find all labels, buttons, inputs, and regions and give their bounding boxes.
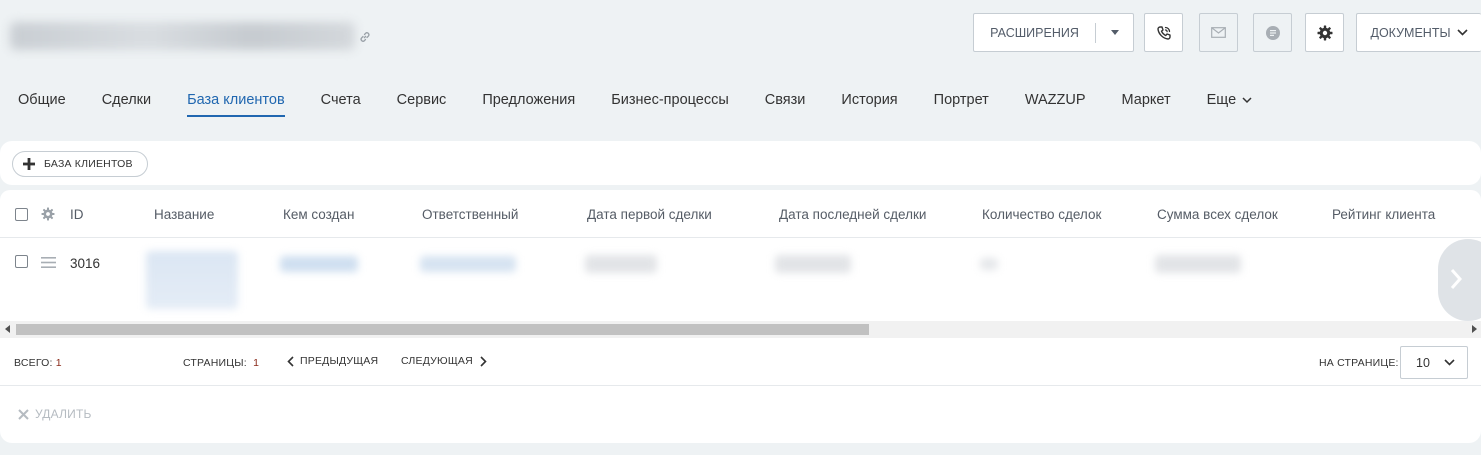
phone-icon — [1156, 25, 1171, 40]
chevron-down-icon — [1444, 359, 1455, 366]
row-menu-icon[interactable] — [41, 257, 56, 268]
row-name-redacted[interactable] — [146, 251, 238, 309]
column-header-deal-sum[interactable]: Сумма всех сделок — [1157, 207, 1278, 222]
scrollbar-thumb[interactable] — [16, 324, 869, 335]
plus-icon — [23, 158, 35, 170]
scroll-left-arrow-icon[interactable] — [5, 325, 11, 333]
pages-info: СТРАНИЦЫ: 1 — [183, 357, 259, 369]
pagination-bar: ВСЕГО: 1 СТРАНИЦЫ: 1 ПРЕДЫДУЩАЯ СЛЕДУЮЩА… — [0, 338, 1481, 386]
settings-button[interactable] — [1305, 13, 1344, 52]
total-label: ВСЕГО: — [14, 357, 53, 369]
row-deal-sum-redacted — [1155, 255, 1241, 273]
column-header-responsible[interactable]: Ответственный — [422, 207, 518, 222]
grid-scroll-right-button[interactable] — [1438, 239, 1481, 321]
tab-market[interactable]: Маркет — [1122, 92, 1171, 118]
row-deal-count-redacted — [980, 258, 998, 270]
extensions-dropdown[interactable] — [1096, 30, 1133, 35]
pages-value: 1 — [253, 357, 260, 369]
add-client-base-button[interactable]: БАЗА КЛИЕНТОВ — [12, 151, 148, 177]
group-actions-bar: УДАЛИТЬ — [0, 387, 1481, 443]
tab-portrait[interactable]: Портрет — [934, 92, 989, 118]
grid-header-row: ID Название Кем создан Ответственный Дат… — [0, 190, 1481, 238]
row-responsible-redacted[interactable] — [420, 256, 516, 272]
tab-general[interactable]: Общие — [18, 92, 66, 118]
extensions-label: РАСШИРЕНИЯ — [990, 25, 1079, 40]
add-client-base-label: БАЗА КЛИЕНТОВ — [44, 158, 133, 170]
scroll-right-arrow-icon[interactable] — [1472, 325, 1478, 333]
column-header-last-deal-date[interactable]: Дата последней сделки — [779, 207, 926, 222]
chevron-right-icon — [1450, 269, 1462, 289]
column-header-name[interactable]: Название — [154, 207, 214, 222]
client-base-grid: ID Название Кем создан Ответственный Дат… — [0, 190, 1481, 443]
entity-title-redacted — [10, 22, 355, 50]
table-row[interactable]: 3016 — [0, 239, 1481, 321]
chevron-left-icon — [287, 355, 294, 367]
row-checkbox[interactable] — [15, 255, 28, 268]
total-count: ВСЕГО: 1 — [14, 357, 62, 369]
tab-deals[interactable]: Сделки — [102, 92, 151, 118]
chat-button[interactable] — [1253, 13, 1292, 52]
row-created-by-redacted[interactable] — [280, 256, 358, 272]
column-settings-icon[interactable] — [40, 206, 56, 222]
chevron-down-icon — [1456, 29, 1468, 36]
gear-icon — [1317, 25, 1332, 40]
mail-icon — [1211, 27, 1226, 38]
link-icon[interactable] — [358, 30, 372, 44]
documents-label: ДОКУМЕНТЫ — [1370, 25, 1451, 40]
chat-icon — [1265, 25, 1280, 40]
next-page-link[interactable]: СЛЕДУЮЩАЯ — [401, 355, 487, 367]
horizontal-scrollbar[interactable] — [0, 321, 1481, 338]
per-page-label: НА СТРАНИЦЕ: — [1319, 357, 1399, 369]
tab-more-label: Еще — [1206, 92, 1237, 108]
chevron-right-icon — [480, 355, 487, 367]
close-icon — [18, 408, 29, 420]
per-page-value: 10 — [1416, 355, 1430, 370]
tab-relations[interactable]: Связи — [765, 92, 806, 118]
delete-button[interactable]: УДАЛИТЬ — [18, 407, 92, 421]
extensions-button[interactable]: РАСШИРЕНИЯ — [973, 13, 1134, 52]
per-page-select[interactable]: 10 — [1400, 346, 1468, 379]
tab-history[interactable]: История — [841, 92, 897, 118]
column-header-created-by[interactable]: Кем создан — [283, 207, 354, 222]
call-button[interactable] — [1144, 13, 1183, 52]
select-all-checkbox[interactable] — [15, 208, 28, 221]
column-header-first-deal-date[interactable]: Дата первой сделки — [587, 207, 712, 222]
tab-business-processes[interactable]: Бизнес-процессы — [611, 92, 729, 118]
total-value: 1 — [55, 357, 62, 369]
column-header-deal-count[interactable]: Количество сделок — [982, 207, 1101, 222]
tab-invoices[interactable]: Счета — [321, 92, 361, 118]
tab-wazzup[interactable]: WAZZUP — [1025, 92, 1086, 118]
pages-label: СТРАНИЦЫ: — [183, 357, 247, 369]
entity-tabs: Общие Сделки База клиентов Счета Сервис … — [18, 92, 1288, 118]
tab-quotes[interactable]: Предложения — [482, 92, 575, 118]
column-header-client-rating[interactable]: Рейтинг клиента — [1332, 207, 1435, 222]
column-header-id[interactable]: ID — [70, 207, 84, 222]
tab-more[interactable]: Еще — [1207, 92, 1253, 118]
tab-service[interactable]: Сервис — [397, 92, 447, 118]
row-id: 3016 — [70, 256, 101, 271]
chevron-down-icon — [1242, 97, 1252, 103]
email-button[interactable] — [1199, 13, 1238, 52]
grid-toolbar: БАЗА КЛИЕНТОВ — [0, 141, 1481, 185]
row-first-deal-date-redacted — [585, 255, 657, 273]
documents-button[interactable]: ДОКУМЕНТЫ — [1356, 13, 1481, 52]
next-page-label: СЛЕДУЮЩАЯ — [401, 355, 473, 367]
row-last-deal-date-redacted — [775, 255, 851, 273]
prev-page-label: ПРЕДЫДУЩАЯ — [300, 355, 379, 367]
caret-down-icon — [1110, 30, 1119, 35]
tab-client-base[interactable]: База клиентов — [187, 92, 285, 118]
delete-label: УДАЛИТЬ — [35, 407, 92, 421]
prev-page-link[interactable]: ПРЕДЫДУЩАЯ — [287, 355, 378, 367]
